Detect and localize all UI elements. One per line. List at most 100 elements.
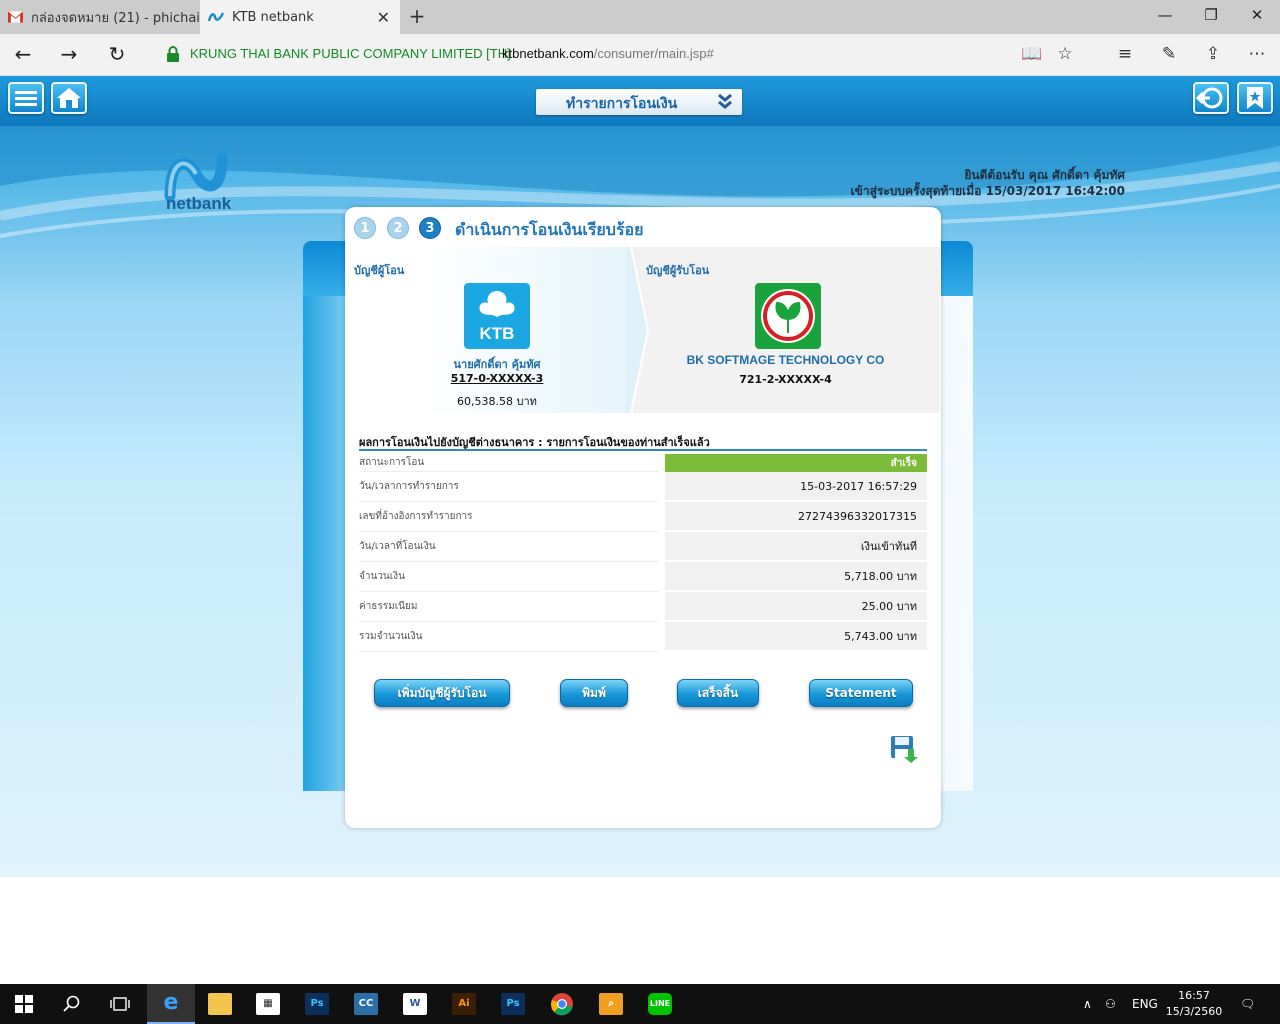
table-row: สถานะการโอน สำเร็จ — [359, 454, 927, 472]
url-field[interactable]: ktbnetbank.com/consumer/main.jsp# — [502, 46, 714, 61]
taskbar-file-explorer[interactable] — [196, 984, 244, 1024]
done-button[interactable]: เสร็จสิ้น — [677, 679, 759, 707]
to-account-name: BK SOFTMAGE TECHNOLOGY CO — [686, 353, 885, 367]
site-identity[interactable]: KRUNG THAI BANK PUBLIC COMPANY LIMITED [… — [190, 46, 511, 61]
bookmark-button[interactable] — [1237, 82, 1273, 114]
bookmark-star-icon — [1247, 87, 1263, 109]
row-label: วัน/เวลาการทำรายการ — [359, 472, 659, 502]
more-icon[interactable]: ⋯ — [1245, 44, 1269, 66]
language-indicator[interactable]: ENG — [1132, 984, 1158, 1024]
logout-button[interactable] — [1193, 82, 1229, 114]
task-view-button[interactable] — [96, 984, 144, 1024]
share-icon[interactable]: ⇪ — [1201, 44, 1225, 66]
refresh-button[interactable]: ↻ — [102, 42, 132, 68]
hub-icon[interactable]: ≡ — [1113, 44, 1137, 66]
row-value: 15-03-2017 16:57:29 — [665, 472, 927, 500]
favorite-star-icon[interactable]: ☆ — [1053, 44, 1077, 66]
row-label: รวมจำนวนเงิน — [359, 622, 659, 652]
tab-gmail[interactable]: กล่องจดหมาย (21) - phichaiin — [0, 0, 200, 34]
magnifier-app-icon: ⌕ — [599, 993, 623, 1015]
taskbar-line[interactable]: LINE — [636, 984, 684, 1024]
clock-time: 16:57 — [1178, 989, 1210, 1002]
tab-title-ktb: KTB netbank — [232, 9, 314, 25]
search-icon — [63, 995, 80, 1012]
table-row: วัน/เวลาที่โอนเงิน เงินเข้าทันที — [359, 532, 927, 562]
windows-taskbar: e ▦ Ps CC W Ai Ps ⌕ LINE ∧ ⚇ ENG 16:57 1… — [0, 984, 1280, 1024]
minimize-button[interactable]: — — [1142, 6, 1188, 24]
step-1-indicator: 1 — [354, 217, 376, 239]
action-center-icon[interactable]: 🗨 — [1240, 984, 1255, 1024]
step-3-indicator: 3 — [419, 217, 441, 239]
row-label: จำนวนเงิน — [359, 562, 659, 592]
creative-cloud-icon: CC — [354, 993, 378, 1015]
clock-date: 15/3/2560 — [1165, 1005, 1223, 1018]
show-hidden-icons[interactable]: ∧ — [1083, 984, 1092, 1024]
save-icon[interactable] — [890, 735, 918, 763]
taskbar-store[interactable]: ▦ — [244, 984, 292, 1024]
transaction-menu-label: ทำรายการโอนเงิน — [566, 96, 678, 112]
netbank-page: ทำรายการโอนเงิน netbank ยินดีต้อนรับ คุณ… — [0, 76, 1280, 877]
clock[interactable]: 16:57 15/3/2560 — [1163, 988, 1225, 1020]
start-button[interactable] — [0, 984, 48, 1024]
lock-icon — [167, 46, 179, 62]
add-payee-button[interactable]: เพิ่มบัญชีผู้รับโอน — [374, 679, 510, 707]
web-note-icon[interactable]: ✎ — [1157, 44, 1181, 66]
row-label: ค่าธรรมเนียม — [359, 592, 659, 622]
from-account-label: บัญชีผู้โอน — [354, 264, 405, 277]
task-view-icon — [110, 997, 130, 1011]
last-login-text: เข้าสู่ระบบครั้งสุดท้ายเมื่อ 15/03/2017 … — [850, 184, 1125, 198]
ktb-bank-logo-icon: KTB — [464, 283, 530, 349]
url-path: /consumer/main.jsp# — [593, 46, 714, 61]
close-tab-icon[interactable]: ✕ — [377, 8, 390, 27]
home-icon — [57, 88, 81, 108]
tab-ktb-netbank[interactable]: KTB netbank ✕ — [200, 0, 400, 34]
kbank-logo-icon — [755, 283, 821, 349]
close-window-button[interactable]: ✕ — [1234, 6, 1280, 24]
line-icon: LINE — [648, 993, 672, 1015]
photoshop-icon: Ps — [501, 993, 525, 1015]
search-button[interactable] — [48, 984, 96, 1024]
word-icon: W — [403, 993, 427, 1015]
edge-icon: e — [163, 990, 179, 1015]
logout-icon — [1195, 87, 1223, 109]
row-value: 5,743.00 บาท — [665, 622, 927, 650]
taskbar-chrome[interactable] — [538, 984, 586, 1024]
transfer-result-heading: ผลการโอนเงินไปยังบัญชีต่างธนาคาร : รายกา… — [359, 433, 927, 451]
row-label: เลขที่อ้างอิงการทำรายการ — [359, 502, 659, 532]
chrome-icon — [551, 993, 573, 1016]
tab-title-gmail: กล่องจดหมาย (21) - phichaiin — [30, 10, 200, 26]
new-tab-button[interactable]: + — [405, 4, 429, 28]
row-value: เงินเข้าทันที — [665, 532, 927, 560]
gmail-icon — [8, 11, 23, 23]
taskbar-creative-cloud[interactable]: CC — [342, 984, 390, 1024]
hamburger-icon — [15, 91, 37, 106]
transfer-result-card: 1 2 3 ดำเนินการโอนเงินเรียบร้อย บัญชีผู้… — [345, 207, 941, 828]
from-account-name: นายศักดิ์ดา คุ้มทัศ — [453, 358, 541, 371]
taskbar-photoshop-1[interactable]: Ps — [293, 984, 341, 1024]
row-value: 5,718.00 บาท — [665, 562, 927, 590]
transaction-menu-dropdown[interactable]: ทำรายการโอนเงิน — [536, 89, 742, 115]
taskbar-word[interactable]: W — [391, 984, 439, 1024]
forward-button[interactable]: → — [54, 42, 84, 68]
menu-button[interactable] — [8, 82, 44, 114]
restore-button[interactable]: ❐ — [1188, 6, 1234, 24]
row-label: สถานะการโอน — [359, 454, 659, 472]
print-button[interactable]: พิมพ์ — [560, 679, 628, 707]
taskbar-search-app[interactable]: ⌕ — [587, 984, 635, 1024]
reading-view-icon[interactable]: 📖 — [1020, 44, 1044, 66]
statement-button[interactable]: Statement — [809, 679, 913, 707]
taskbar-illustrator[interactable]: Ai — [440, 984, 488, 1024]
taskbar-edge[interactable]: e — [147, 984, 195, 1024]
status-badge: สำเร็จ — [665, 454, 927, 472]
page-bottom-area — [0, 877, 1280, 984]
photoshop-icon: Ps — [305, 993, 329, 1015]
windows-logo-icon — [15, 995, 33, 1013]
row-label: วัน/เวลาที่โอนเงิน — [359, 532, 659, 562]
taskbar-photoshop-2[interactable]: Ps — [489, 984, 537, 1024]
back-button[interactable]: ← — [8, 42, 38, 68]
from-account-number-link[interactable]: 517-0-XXXXX-3 — [346, 372, 648, 385]
network-icon[interactable]: ⚇ — [1105, 984, 1116, 1024]
app-header: ทำรายการโอนเงิน — [0, 76, 1280, 126]
home-button[interactable] — [51, 82, 87, 114]
illustrator-icon: Ai — [452, 993, 476, 1015]
